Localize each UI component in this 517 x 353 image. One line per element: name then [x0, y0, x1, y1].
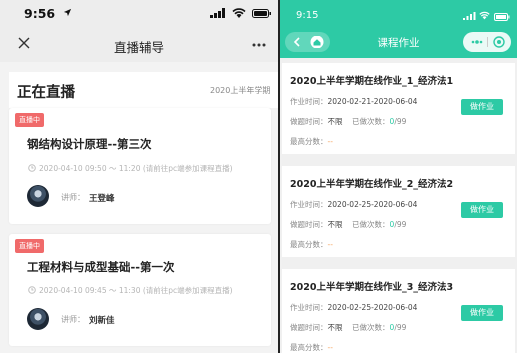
- capsule-divider: [487, 37, 488, 47]
- live-course-card[interactable]: 直播中 工程材料与成型基础--第一次 2020-04-10 09:45 ～ 11…: [9, 234, 271, 346]
- course-homework-screen: 9:15 课程作业 2020上半年学期在线作业_1_经济法1 作业时间：2020…: [280, 0, 517, 353]
- section-title: 正在直播: [17, 85, 75, 101]
- wifi-icon: [232, 8, 246, 18]
- do-homework-button[interactable]: 做作业: [461, 305, 503, 321]
- homework-attempts: 做题时间：不限 已做次数：0/99: [290, 116, 406, 127]
- clock-icon: [28, 286, 36, 294]
- done-total: /99: [394, 117, 407, 126]
- period-label: 作业时间：: [290, 303, 328, 312]
- homework-score: 最高分数：--: [290, 136, 333, 147]
- header-bar: 9:15 课程作业: [280, 0, 517, 58]
- live-section-header: 正在直播 2020上半年学期: [9, 72, 278, 108]
- exit-target-icon[interactable]: [493, 36, 505, 48]
- course-title: 钢结构设计原理--第三次: [27, 137, 152, 151]
- status-bar: 9:56: [0, 0, 278, 28]
- limit-value: 不限: [327, 323, 343, 332]
- semester-selector[interactable]: 2020上半年学期: [210, 85, 270, 96]
- score-value: --: [327, 343, 333, 352]
- score-value: --: [327, 137, 333, 146]
- battery-icon: [252, 9, 271, 18]
- course-title: 工程材料与成型基础--第一次: [27, 260, 175, 274]
- homework-score: 最高分数：--: [290, 342, 333, 353]
- period-label: 作业时间：: [290, 200, 328, 209]
- nav-bar: 直播辅导: [0, 28, 278, 62]
- homework-period: 作业时间：2020-02-25-2020-06-04: [290, 302, 417, 313]
- homework-title: 2020上半年学期在线作业_3_经济法3: [290, 282, 454, 293]
- homework-title: 2020上半年学期在线作业_2_经济法2: [290, 179, 454, 190]
- limit-label: 做题时间：: [290, 220, 328, 229]
- live-tutoring-screen: 9:56 直播辅导 正在直播 2020上半年学期 直播中 钢结构设计原理--第三…: [0, 0, 278, 353]
- live-badge: 直播中: [15, 239, 44, 253]
- teacher-avatar: [27, 308, 49, 330]
- teacher-label: 讲师：: [61, 193, 85, 202]
- limit-label: 做题时间：: [290, 323, 328, 332]
- homework-title: 2020上半年学期在线作业_1_经济法1: [290, 76, 454, 87]
- done-total: /99: [394, 323, 407, 332]
- more-icon[interactable]: [252, 43, 266, 47]
- homework-score: 最高分数：--: [290, 239, 333, 250]
- teacher-name: 王登峰: [89, 194, 115, 204]
- limit-value: 不限: [327, 117, 343, 126]
- period-value: 2020-02-25-2020-06-04: [327, 303, 418, 312]
- limit-value: 不限: [327, 220, 343, 229]
- course-time: 2020-04-10 09:45 ～ 11:30 (请前往pc端参加课程直播): [39, 286, 233, 295]
- score-label: 最高分数：: [290, 240, 328, 249]
- done-label: 已做次数：: [352, 220, 390, 229]
- teacher-avatar: [27, 185, 49, 207]
- teacher-label: 讲师：: [61, 315, 85, 324]
- period-value: 2020-02-25-2020-06-04: [327, 200, 418, 209]
- limit-label: 做题时间：: [290, 117, 328, 126]
- done-label: 已做次数：: [352, 117, 390, 126]
- score-label: 最高分数：: [290, 343, 328, 352]
- live-course-card[interactable]: 直播中 钢结构设计原理--第三次 2020-04-10 09:50 ～ 11:2…: [9, 108, 271, 224]
- homework-period: 作业时间：2020-02-21-2020-06-04: [290, 96, 417, 107]
- homework-card: 2020上半年学期在线作业_3_经济法3 作业时间：2020-02-25-202…: [282, 269, 515, 353]
- signal-icon: [210, 8, 225, 18]
- mini-program-capsule: [463, 32, 511, 52]
- battery-icon: [494, 13, 510, 21]
- location-arrow-icon: [63, 8, 72, 17]
- more-icon[interactable]: [471, 38, 483, 46]
- period-label: 作业时间：: [290, 97, 328, 106]
- page-title: 直播辅导: [113, 40, 164, 55]
- homework-attempts: 做题时间：不限 已做次数：0/99: [290, 219, 406, 230]
- do-homework-button[interactable]: 做作业: [461, 99, 503, 115]
- period-value: 2020-02-21-2020-06-04: [327, 97, 418, 106]
- done-label: 已做次数：: [352, 323, 390, 332]
- clock-icon: [28, 164, 36, 172]
- live-badge: 直播中: [15, 113, 44, 127]
- course-time: 2020-04-10 09:50 ～ 11:20 (请前往pc端参加课程直播): [39, 164, 233, 173]
- homework-period: 作业时间：2020-02-25-2020-06-04: [290, 199, 417, 210]
- score-value: --: [327, 240, 333, 249]
- do-homework-button[interactable]: 做作业: [461, 202, 503, 218]
- wifi-icon: [479, 11, 490, 20]
- homework-card: 2020上半年学期在线作业_1_经济法1 作业时间：2020-02-21-202…: [282, 63, 515, 154]
- status-time: 9:15: [296, 10, 319, 21]
- status-time: 9:56: [24, 6, 56, 21]
- signal-icon: [463, 12, 476, 20]
- homework-attempts: 做题时间：不限 已做次数：0/99: [290, 322, 406, 333]
- done-total: /99: [394, 220, 407, 229]
- teacher-name: 刘新佳: [89, 316, 115, 326]
- score-label: 最高分数：: [290, 137, 328, 146]
- homework-card: 2020上半年学期在线作业_2_经济法2 作业时间：2020-02-25-202…: [282, 166, 515, 257]
